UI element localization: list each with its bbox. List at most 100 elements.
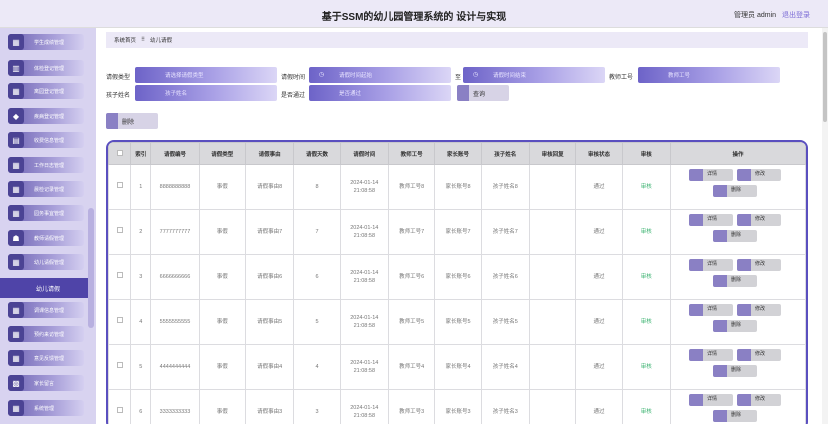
cell-no: 6666666666 <box>150 254 200 300</box>
row-checkbox[interactable] <box>108 254 132 300</box>
cell-days: 6 <box>293 254 341 300</box>
cell-parent: 家长账号8 <box>434 164 482 210</box>
breadcrumb-home[interactable]: 系统首页 <box>114 36 136 44</box>
edit-button[interactable]: 修改 <box>736 169 781 181</box>
cell-date: 2024-01-14 <box>350 359 379 366</box>
teacher-no-input[interactable]: 教师工号 <box>638 67 780 83</box>
sidebar-scrollbar[interactable] <box>88 208 94 328</box>
delete-button[interactable]: 删除 <box>712 185 757 197</box>
cell-idx: 2 <box>130 209 152 255</box>
detail-button[interactable]: 详情 <box>688 394 733 406</box>
sidebar-item[interactable]: ▤ 收费信息管理 <box>8 132 84 148</box>
edit-button[interactable]: 修改 <box>736 394 781 406</box>
cell-datetime: 2024-01-14 21:08:58 <box>339 389 389 424</box>
detail-button[interactable]: 详情 <box>688 304 733 316</box>
sidebar-item-active[interactable]: 幼儿请假 <box>0 278 92 298</box>
delete-button[interactable]: 删除 <box>712 410 757 422</box>
delete-button[interactable]: 删除 <box>712 275 757 287</box>
approved-select[interactable]: 是否通过 <box>309 85 451 101</box>
menu-icon: ▦ <box>8 181 24 197</box>
query-button[interactable]: 查询 <box>457 85 509 101</box>
end-date-input[interactable]: ◷ 请假时间结束 <box>463 67 605 83</box>
cell-no: 8888888888 <box>150 164 200 210</box>
detail-button-label: 详情 <box>706 396 717 403</box>
sidebar-item[interactable]: ▦ 晨检记录管理 <box>8 181 84 197</box>
menu-icon: ▥ <box>8 60 24 76</box>
cell-teacher: 教师工号3 <box>387 389 436 424</box>
sidebar-item[interactable]: ▦ 预约来访管理 <box>8 326 84 342</box>
audit-link[interactable]: 审核 <box>621 299 671 345</box>
query-button-label: 查询 <box>473 91 486 98</box>
cell-datetime: 2024-01-14 21:08:58 <box>339 209 389 255</box>
row-checkbox[interactable] <box>108 389 132 424</box>
sidebar-item[interactable]: ▦ 学生成绩管理 <box>8 34 84 50</box>
cell-type: 事假 <box>198 164 246 210</box>
edit-button[interactable]: 修改 <box>736 214 781 226</box>
leave-type-select[interactable]: 请选择请假类型 <box>135 67 277 83</box>
sidebar-item-label: 学生成绩管理 <box>34 39 65 46</box>
sidebar-item-label: 预约来访管理 <box>34 331 65 338</box>
audit-link[interactable]: 审核 <box>621 254 671 300</box>
row-checkbox[interactable] <box>108 299 132 345</box>
edit-button[interactable]: 修改 <box>736 304 781 316</box>
detail-button[interactable]: 详情 <box>688 349 733 361</box>
detail-button[interactable]: 详情 <box>688 214 733 226</box>
row-checkbox[interactable] <box>108 209 132 255</box>
breadcrumb: 系统首页 ⠿ 幼儿请假 <box>106 32 808 48</box>
detail-button[interactable]: 详情 <box>688 259 733 271</box>
sidebar-item[interactable]: ▦ 园务事宜管理 <box>8 205 84 221</box>
col-header: 审核 <box>621 142 671 165</box>
cell-date: 2024-01-14 <box>350 404 379 411</box>
cell-teacher: 教师工号5 <box>387 299 436 345</box>
delete-button[interactable]: 删除 <box>712 320 757 332</box>
clock-icon: ◷ <box>319 72 325 78</box>
edit-button[interactable]: 修改 <box>736 349 781 361</box>
sidebar-item[interactable]: ▦ 意见反馈管理 <box>8 350 84 366</box>
edit-button-label: 修改 <box>754 306 765 313</box>
teacher-no-placeholder: 教师工号 <box>668 73 691 79</box>
row-checkbox[interactable] <box>108 164 132 210</box>
audit-link[interactable]: 审核 <box>621 209 671 255</box>
cell-time: 21:08:58 <box>353 278 376 284</box>
delete-button[interactable]: 删除 <box>712 365 757 377</box>
child-name-input[interactable]: 孩子姓名 <box>135 85 277 101</box>
audit-link[interactable]: 审核 <box>621 344 671 390</box>
sidebar-item[interactable]: ▩ 家长留言 <box>8 375 84 391</box>
col-header: 请假类型 <box>198 142 246 165</box>
start-date-input[interactable]: ◷ 请假时间起始 <box>309 67 451 83</box>
sidebar-item[interactable]: ◆ 疾病登记管理 <box>8 108 84 124</box>
menu-icon: ☗ <box>8 230 24 246</box>
edit-button[interactable]: 修改 <box>736 259 781 271</box>
menu-icon: ▦ <box>8 205 24 221</box>
audit-link[interactable]: 审核 <box>621 389 671 424</box>
sidebar-item[interactable]: ▦ 离园登记管理 <box>8 83 84 99</box>
leave-type-label: 请假类型 <box>106 75 131 81</box>
delete-selected-button[interactable]: 删除 <box>106 113 158 129</box>
to-label: 至 <box>455 75 462 81</box>
delete-button-label: 删除 <box>730 277 741 284</box>
cell-teacher: 教师工号8 <box>387 164 436 210</box>
page-scrollbar[interactable] <box>822 28 828 424</box>
cell-idx: 1 <box>130 164 152 210</box>
row-checkbox[interactable] <box>108 344 132 390</box>
logout-link[interactable]: 退出登录 <box>782 12 810 19</box>
cell-reason: 请假事由8 <box>244 164 295 210</box>
sidebar-item[interactable]: ▦ 幼儿请假管理 <box>8 254 84 270</box>
audit-link[interactable]: 审核 <box>621 164 671 210</box>
sidebar-item[interactable]: ▥ 体检登记管理 <box>8 60 84 76</box>
sidebar-item-label: 体检登记管理 <box>34 65 65 72</box>
select-all-checkbox[interactable] <box>108 142 132 165</box>
scrollbar-thumb[interactable] <box>823 32 827 122</box>
leave-type-placeholder: 请选择请假类型 <box>165 73 204 79</box>
cell-child: 孩子姓名4 <box>480 344 530 390</box>
detail-button[interactable]: 详情 <box>688 169 733 181</box>
delete-button[interactable]: 删除 <box>712 230 757 242</box>
menu-icon: ▦ <box>8 302 24 318</box>
sidebar-item[interactable]: ▦ 系统管理 <box>8 400 84 416</box>
sidebar-item[interactable]: ▦ 工作日志管理 <box>8 157 84 173</box>
sidebar-item[interactable]: ☗ 教师请假管理 <box>8 230 84 246</box>
menu-icon: ▦ <box>8 83 24 99</box>
sidebar-item[interactable]: ▦ 调课信息管理 <box>8 302 84 318</box>
cell-datetime: 2024-01-14 21:08:58 <box>339 299 389 345</box>
cell-child: 孩子姓名6 <box>480 254 530 300</box>
